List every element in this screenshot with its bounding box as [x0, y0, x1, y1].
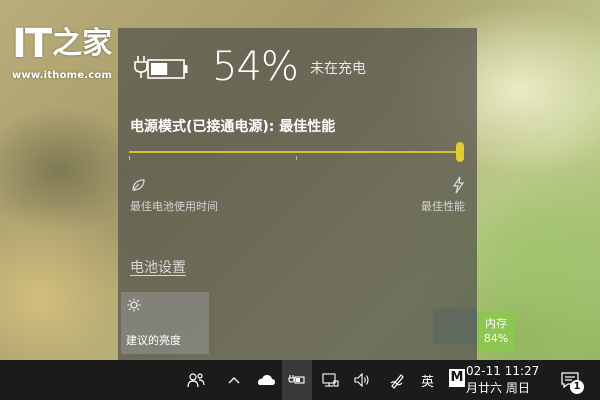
ithome-watermark: IT 之家 www.ithome.com — [12, 22, 116, 81]
memory-widget-value: 84% — [483, 332, 509, 345]
chevron-up-icon[interactable] — [224, 370, 244, 390]
memory-widget-label: 内存 — [485, 317, 507, 330]
input-language-indicator[interactable]: 英 — [421, 371, 434, 390]
taskbar: 英 M 02-11 11:27 月廿六 周日 1 — [0, 360, 600, 400]
people-icon[interactable] — [186, 370, 206, 390]
lightning-bolt-icon — [452, 176, 465, 194]
power-mode-slider[interactable] — [129, 142, 464, 162]
network-icon[interactable] — [320, 370, 340, 390]
watermark-logo: IT 之家 — [12, 22, 116, 66]
slider-right-label: 最佳性能 — [421, 200, 465, 213]
power-mode-title: 电源模式(已接通电源): 最佳性能 — [130, 119, 336, 135]
ime-mode-indicator[interactable]: M — [449, 369, 465, 387]
slider-left-label: 最佳电池使用时间 — [130, 200, 218, 213]
battery-summary: 54% 未在充电 — [128, 44, 458, 90]
notification-count-badge: 1 — [570, 380, 584, 394]
power-mode-slider-thumb[interactable] — [456, 142, 464, 162]
watermark-url: www.ithome.com — [12, 70, 113, 81]
brightness-tile-label: 建议的亮度 — [126, 334, 181, 347]
power-mode-slider-track — [129, 151, 458, 153]
watermark-logo-zh: 之家 — [52, 26, 113, 61]
clock-date: 月廿六 周日 — [466, 381, 530, 395]
pen-ink-icon[interactable] — [388, 370, 408, 390]
battery-flyout: 54% 未在充电 电源模式(已接通电源): 最佳性能 最佳电池使用时间 最佳性能… — [118, 28, 477, 360]
battery-plug-icon — [134, 56, 188, 79]
clock-time: 02-11 11:27 — [466, 364, 540, 378]
onedrive-cloud-icon[interactable] — [256, 370, 276, 390]
taskbar-clock[interactable]: 02-11 11:27 月廿六 周日 — [466, 363, 556, 397]
battery-percent: 54% — [212, 44, 299, 90]
charging-status: 未在充电 — [310, 61, 366, 77]
leaf-icon — [132, 179, 145, 191]
brightness-tile[interactable]: 建议的亮度 — [121, 292, 209, 354]
battery-tray-icon[interactable] — [287, 370, 307, 390]
battery-settings-link[interactable]: 电池设置 — [130, 257, 186, 277]
slider-tick — [296, 156, 297, 160]
memory-widget[interactable]: 内存 84% — [477, 312, 515, 352]
volume-icon[interactable] — [352, 370, 372, 390]
watermark-logo-text: IT — [12, 21, 52, 67]
slider-tick — [129, 156, 130, 160]
brightness-sun-icon — [127, 298, 141, 312]
